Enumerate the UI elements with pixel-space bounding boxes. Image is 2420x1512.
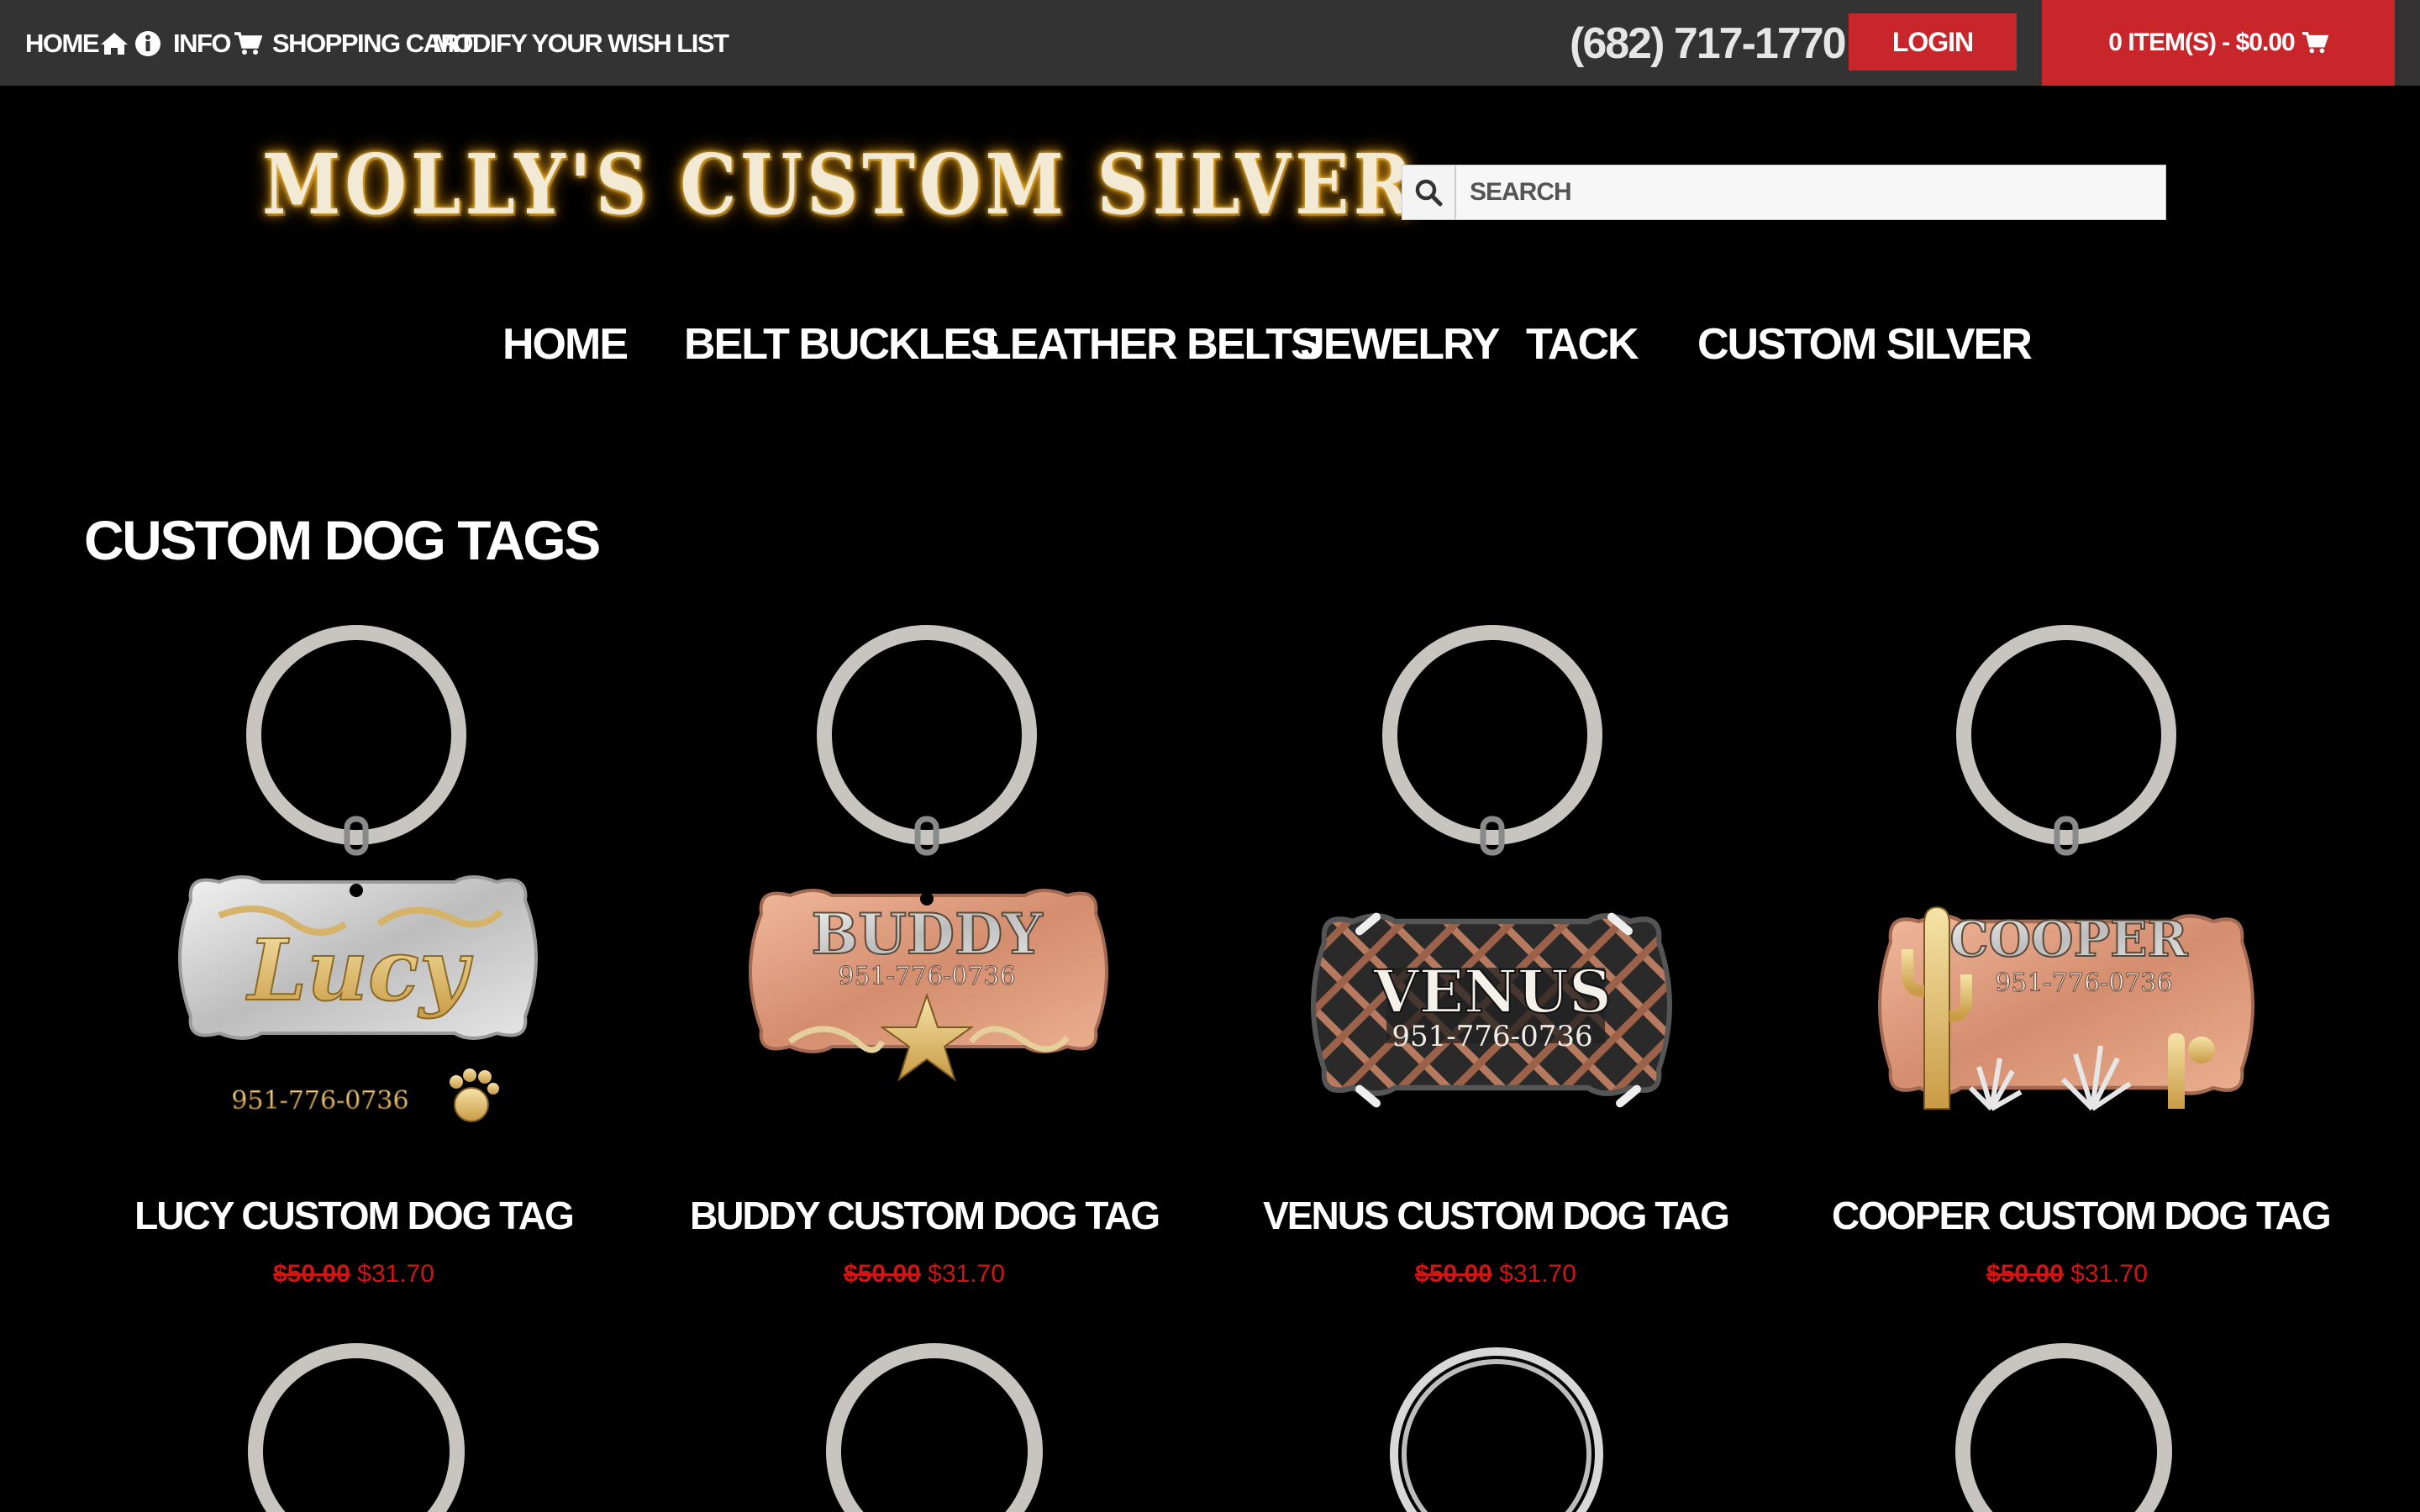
product-old-price: $50.00 xyxy=(1415,1260,1492,1288)
site-logo[interactable]: MOLLY'S CUSTOM SILVER xyxy=(262,134,1413,235)
product-name[interactable]: COOPER CUSTOM DOG TAG xyxy=(1832,1193,2332,1238)
cart-summary-button[interactable]: 0 ITEM(S) - $0.00 xyxy=(2042,0,2395,86)
tag-engraving: BUDDY xyxy=(812,901,1044,967)
product-sale-price: $31.70 xyxy=(928,1260,1005,1288)
product-old-price: $50.00 xyxy=(844,1260,921,1288)
product-image[interactable]: Lucy 951-776-0736 xyxy=(118,622,589,1168)
top-link-home-label: HOME xyxy=(25,29,100,58)
product-price: $50.00 $31.70 xyxy=(1260,1260,1731,1289)
top-link-info[interactable]: INFO xyxy=(134,25,232,62)
product-image[interactable] xyxy=(1385,1342,1608,1512)
cart-summary-label: 0 ITEM(S) - $0.00 xyxy=(2108,29,2295,56)
search-bar xyxy=(1402,165,2166,220)
tag-phone: 951-776-0736 xyxy=(231,1086,408,1116)
nav-belt-buckles[interactable]: BELT BUCKLES xyxy=(684,319,1000,370)
login-button[interactable]: LOGIN xyxy=(1849,13,2017,71)
product-card[interactable]: Lucy 951-776-0736 LUCY CUSTOM DOG TAG $5… xyxy=(118,622,589,1288)
search-input[interactable] xyxy=(1456,165,2165,219)
product-card[interactable]: BUDDY 951-776-0736 BUDDY CUSTOM DOG TAG … xyxy=(689,622,1160,1288)
product-name[interactable]: BUDDY CUSTOM DOG TAG xyxy=(689,1193,1160,1238)
tag-phone: 951-776-0736 xyxy=(1392,1020,1592,1053)
product-old-price: $50.00 xyxy=(273,1260,350,1288)
home-icon xyxy=(100,31,129,56)
product-image[interactable]: BUDDY 951-776-0736 xyxy=(689,622,1160,1168)
top-link-home[interactable]: HOME xyxy=(25,25,129,62)
top-bar: HOME INFO SHOPPING CART MODIFY YOUR WISH… xyxy=(0,0,2420,86)
tag-phone: 951-776-0736 xyxy=(838,962,1015,991)
nav-home[interactable]: HOME xyxy=(502,319,629,370)
top-link-info-label: INFO xyxy=(173,29,232,58)
info-icon xyxy=(134,30,161,57)
product-name[interactable]: LUCY CUSTOM DOG TAG xyxy=(118,1193,589,1238)
nav-jewelry[interactable]: JEWELRY xyxy=(1301,319,1500,370)
nav-custom-silver[interactable]: CUSTOM SILVER xyxy=(1697,319,2033,370)
product-price: $50.00 $31.70 xyxy=(1832,1260,2302,1289)
tag-engraving: COOPER xyxy=(1949,911,2188,968)
top-link-wish-list-label: MODIFY YOUR WISH LIST xyxy=(433,29,729,58)
product-image[interactable] xyxy=(825,1342,1044,1512)
product-sale-price: $31.70 xyxy=(357,1260,434,1288)
tag-phone: 951-776-0736 xyxy=(1995,969,2172,998)
product-price: $50.00 $31.70 xyxy=(118,1260,589,1289)
product-old-price: $50.00 xyxy=(1986,1260,2064,1288)
product-name[interactable]: VENUS CUSTOM DOG TAG xyxy=(1260,1193,1731,1238)
top-link-wish-list[interactable]: MODIFY YOUR WISH LIST xyxy=(433,25,729,62)
product-image[interactable]: COOPER 951-776-0736 xyxy=(1832,622,2302,1168)
product-image[interactable]: VENUS 951-776-0736 xyxy=(1260,622,1731,1168)
tag-engraving: VENUS xyxy=(1372,957,1611,1026)
tag-engraving: Lucy xyxy=(245,921,473,1020)
product-card[interactable]: VENUS 951-776-0736 VENUS CUSTOM DOG TAG … xyxy=(1260,622,1731,1288)
search-icon xyxy=(1413,177,1444,207)
site-logo-text: MOLLY'S CUSTOM SILVER xyxy=(262,136,1417,234)
product-sale-price: $31.70 xyxy=(1499,1260,1576,1288)
search-button[interactable] xyxy=(1402,165,1456,219)
nav-tack[interactable]: TACK xyxy=(1526,319,1639,370)
cart-icon xyxy=(234,31,262,56)
login-button-label: LOGIN xyxy=(1891,26,1974,57)
nav-leather-belts[interactable]: LEATHER BELTS xyxy=(985,319,1320,370)
phone-number[interactable]: (682) 717-1770 xyxy=(1570,18,1847,69)
product-image[interactable] xyxy=(247,1342,466,1512)
product-card[interactable]: COOPER 951-776-0736 COOPER CUSTOM DOG TA… xyxy=(1832,622,2332,1288)
cart-icon xyxy=(2302,31,2328,55)
product-sale-price: $31.70 xyxy=(2070,1260,2148,1288)
main-nav: HOME BELT BUCKLES LEATHER BELTS JEWELRY … xyxy=(0,319,2420,386)
product-image[interactable] xyxy=(1954,1342,2173,1512)
page-title: CUSTOM DOG TAGS xyxy=(84,509,601,571)
product-price: $50.00 $31.70 xyxy=(689,1260,1160,1289)
